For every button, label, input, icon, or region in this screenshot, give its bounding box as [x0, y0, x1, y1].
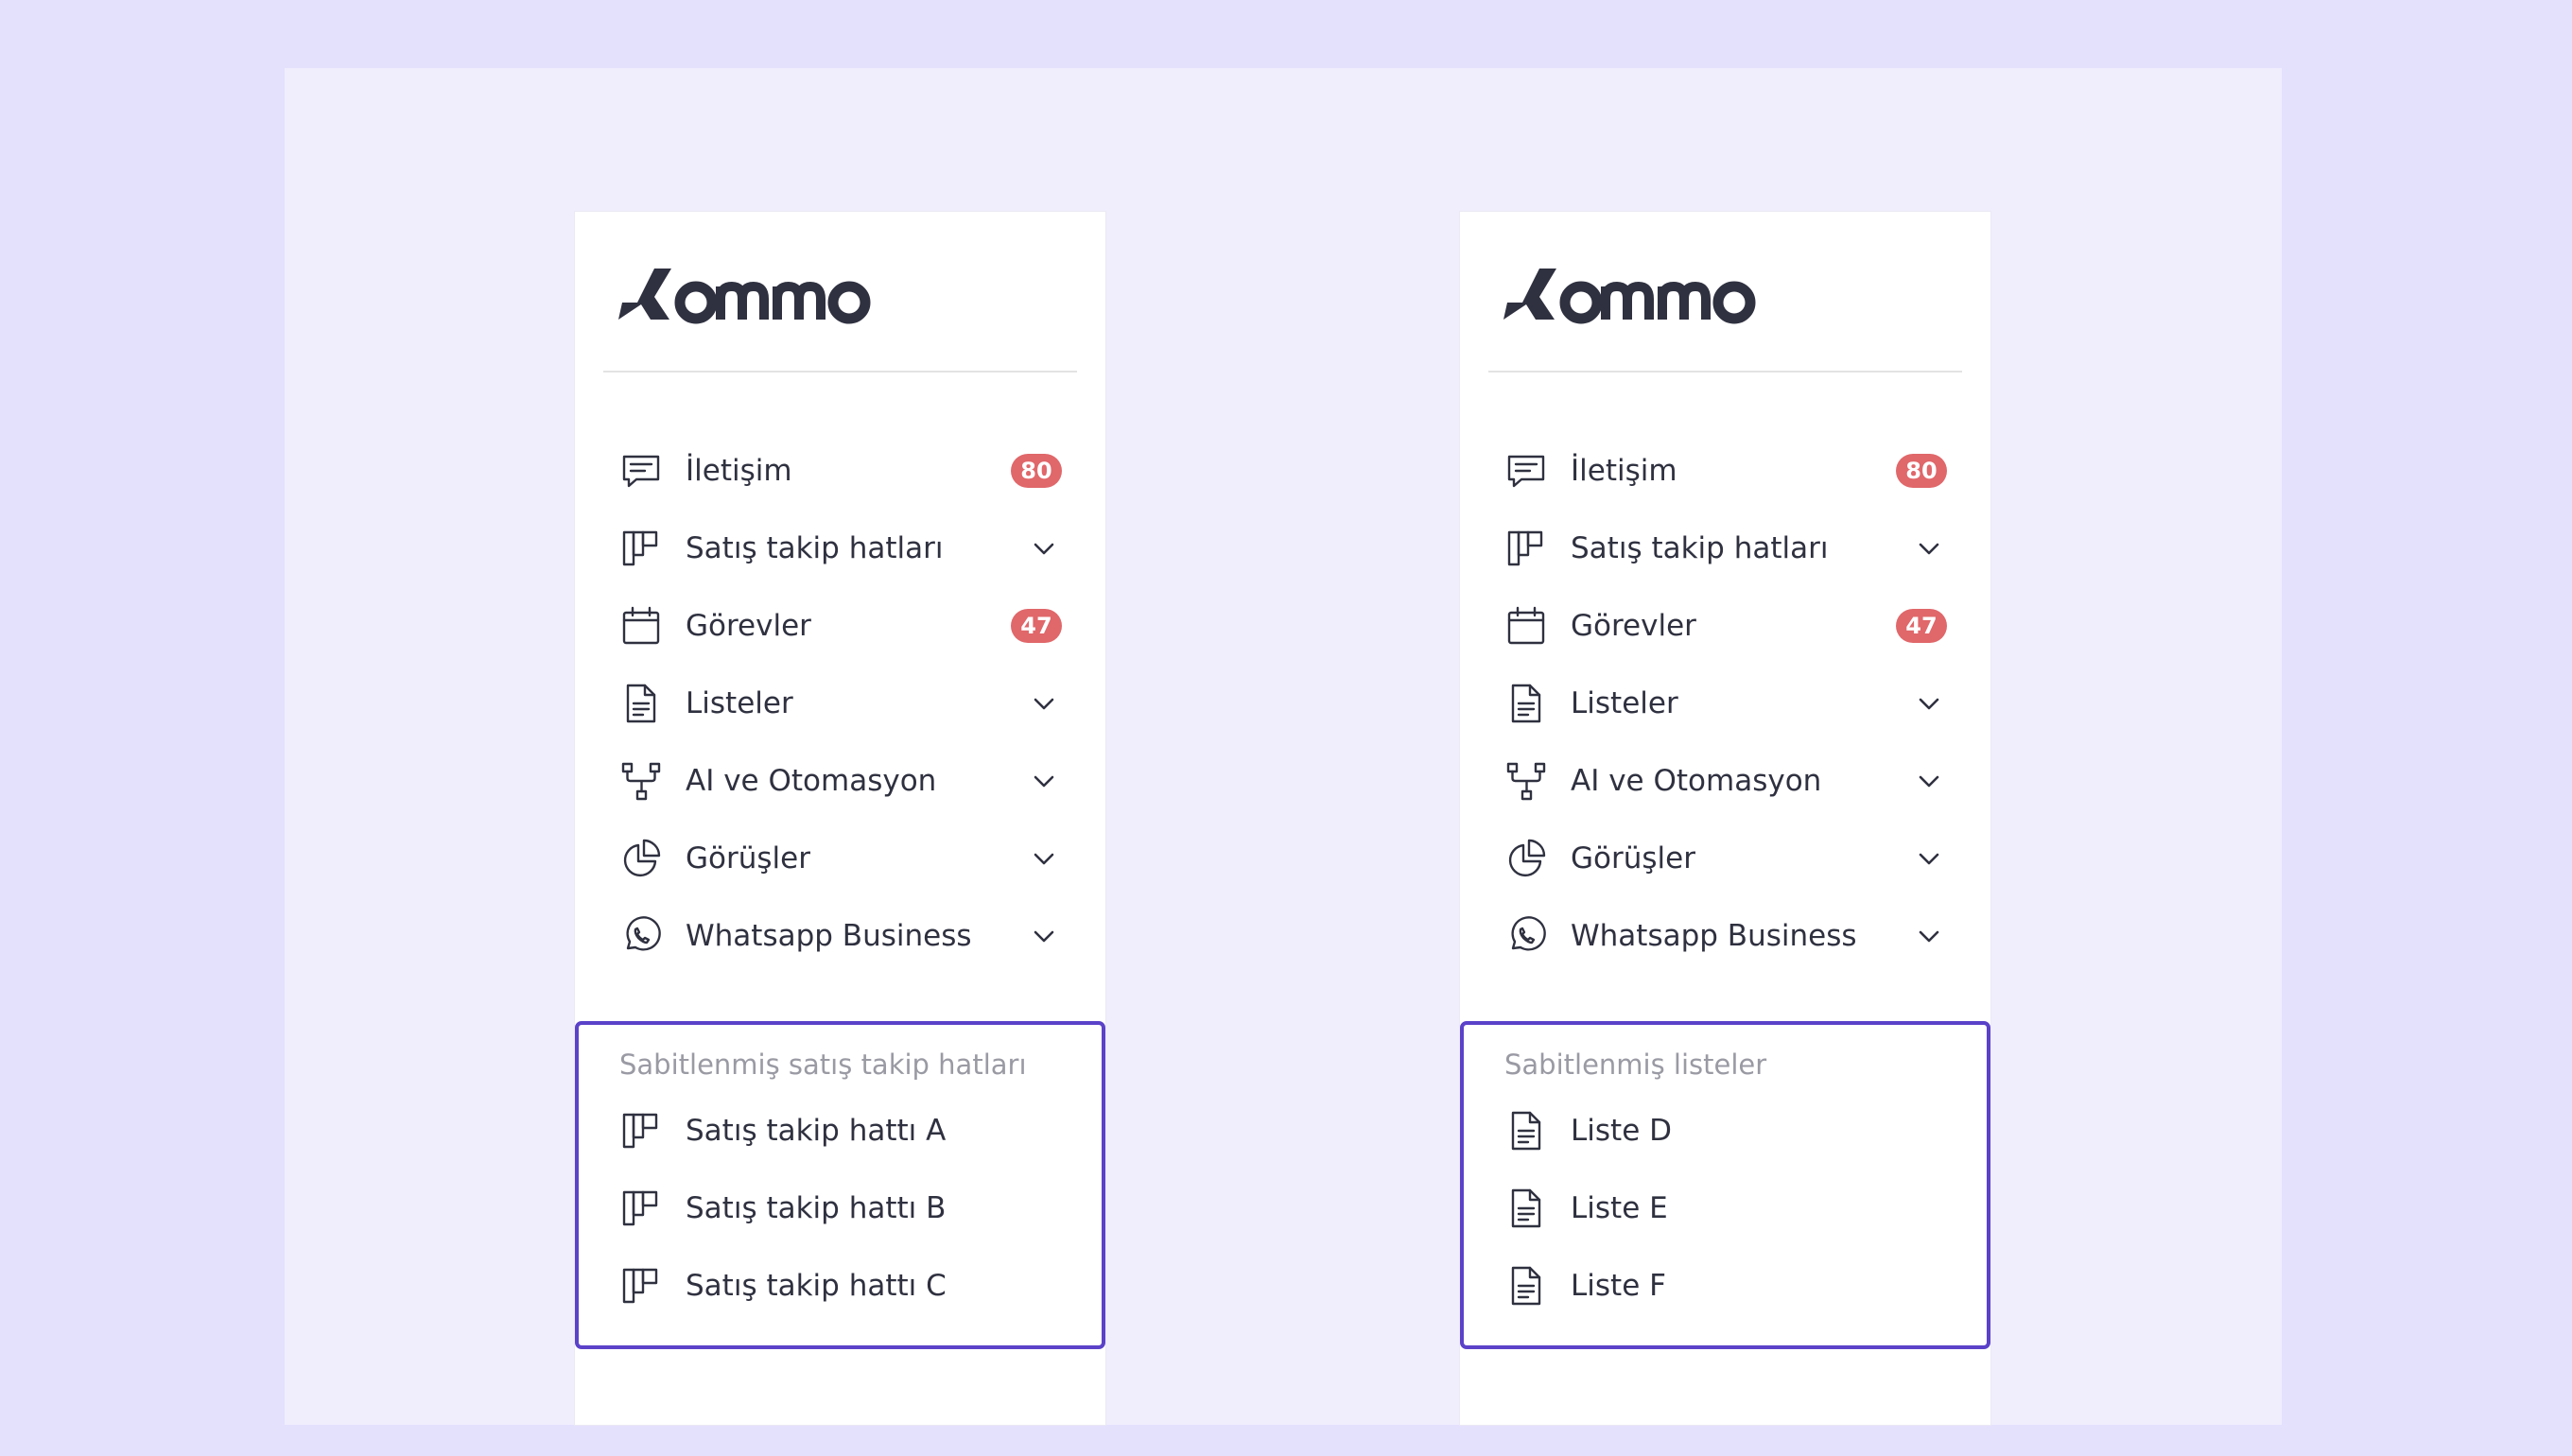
- chevron-down-icon[interactable]: [1032, 846, 1056, 871]
- chevron-down-icon[interactable]: [1917, 691, 1941, 716]
- pie-chart-icon: [620, 838, 662, 879]
- nav-item-ai-ve-otomasyon[interactable]: AI ve Otomasyon: [1460, 742, 1990, 820]
- kommo-logo[interactable]: [1502, 261, 1766, 327]
- calendar-icon: [1505, 605, 1547, 647]
- pipeline-icon: [620, 1187, 662, 1229]
- document-icon: [1505, 683, 1547, 724]
- pipeline-icon: [620, 1110, 662, 1152]
- pinned-section-title: Sabitlenmiş listeler: [1504, 1049, 1767, 1081]
- sidebar-left: İletişim 80 Satış takip hatları Görevler…: [575, 212, 1105, 1425]
- pinned-item-label: Liste F: [1571, 1269, 1666, 1303]
- pipeline-icon: [620, 1265, 662, 1307]
- chevron-down-icon[interactable]: [1032, 536, 1056, 561]
- kommo-logo-mark: [1503, 269, 1756, 324]
- automation-icon: [1505, 760, 1547, 802]
- nav-label: Satış takip hatları: [686, 531, 944, 565]
- notification-badge: 47: [1011, 609, 1062, 643]
- nav-label: Görüşler: [686, 841, 810, 875]
- pinned-item-label: Liste D: [1571, 1114, 1672, 1148]
- logo-divider: [603, 371, 1077, 373]
- sidebar-right: İletişim 80 Satış takip hatları Görevler…: [1460, 212, 1990, 1425]
- document-icon: [1505, 1187, 1547, 1229]
- chevron-down-icon[interactable]: [1032, 769, 1056, 793]
- nav-item-whatsapp-business[interactable]: Whatsapp Business: [575, 897, 1105, 975]
- nav-label: Whatsapp Business: [1571, 919, 1857, 953]
- nav-item-gorusler[interactable]: Görüşler: [575, 820, 1105, 897]
- canvas: İletişim 80 Satış takip hatları Görevler…: [285, 68, 2282, 1425]
- pinned-item-label: Satış takip hattı B: [686, 1191, 947, 1225]
- pipeline-icon: [620, 528, 662, 569]
- chevron-down-icon[interactable]: [1032, 924, 1056, 948]
- nav-label: AI ve Otomasyon: [1571, 764, 1822, 798]
- nav-label: Listeler: [686, 686, 793, 720]
- nav-item-gorevler[interactable]: Görevler 47: [1460, 587, 1990, 665]
- nav-item-satis-takip-hatlari[interactable]: Satış takip hatları: [1460, 510, 1990, 587]
- whatsapp-icon: [620, 915, 662, 957]
- calendar-icon: [620, 605, 662, 647]
- nav-label: İletişim: [686, 454, 792, 488]
- chevron-down-icon[interactable]: [1917, 924, 1941, 948]
- chevron-down-icon[interactable]: [1917, 769, 1941, 793]
- pinned-section: Sabitlenmiş listeler Liste D Liste E Lis…: [1460, 1021, 1990, 1349]
- chat-icon: [1505, 450, 1547, 492]
- nav-item-iletisim[interactable]: İletişim 80: [1460, 432, 1990, 510]
- document-icon: [1505, 1265, 1547, 1307]
- kommo-logo-mark: [618, 269, 871, 324]
- nav-item-satis-takip-hatlari[interactable]: Satış takip hatları: [575, 510, 1105, 587]
- document-icon: [1505, 1110, 1547, 1152]
- pinned-item-label: Liste E: [1571, 1191, 1668, 1225]
- nav-label: Satış takip hatları: [1571, 531, 1829, 565]
- pipeline-icon: [1505, 528, 1547, 569]
- pie-chart-icon: [1505, 838, 1547, 879]
- nav-item-gorevler[interactable]: Görevler 47: [575, 587, 1105, 665]
- nav-item-listeler[interactable]: Listeler: [1460, 665, 1990, 742]
- chevron-down-icon[interactable]: [1032, 691, 1056, 716]
- nav-item-listeler[interactable]: Listeler: [575, 665, 1105, 742]
- nav-item-gorusler[interactable]: Görüşler: [1460, 820, 1990, 897]
- pinned-item[interactable]: Liste E: [1460, 1170, 1990, 1247]
- nav-label: Whatsapp Business: [686, 919, 972, 953]
- pinned-item[interactable]: Liste D: [1460, 1092, 1990, 1170]
- nav-item-iletisim[interactable]: İletişim 80: [575, 432, 1105, 510]
- nav-label: Listeler: [1571, 686, 1678, 720]
- pinned-section: Sabitlenmiş satış takip hatları Satış ta…: [575, 1021, 1105, 1349]
- pinned-item[interactable]: Satış takip hattı A: [575, 1092, 1105, 1170]
- notification-badge: 47: [1896, 609, 1947, 643]
- pinned-section-title: Sabitlenmiş satış takip hatları: [619, 1049, 1027, 1081]
- nav-label: Görevler: [1571, 609, 1696, 643]
- chevron-down-icon[interactable]: [1917, 846, 1941, 871]
- pinned-item[interactable]: Satış takip hattı C: [575, 1247, 1105, 1325]
- pinned-item[interactable]: Liste F: [1460, 1247, 1990, 1325]
- logo-divider: [1488, 371, 1962, 373]
- nav-label: AI ve Otomasyon: [686, 764, 937, 798]
- whatsapp-icon: [1505, 915, 1547, 957]
- nav-label: İletişim: [1571, 454, 1677, 488]
- document-icon: [620, 683, 662, 724]
- chat-icon: [620, 450, 662, 492]
- chevron-down-icon[interactable]: [1917, 536, 1941, 561]
- pinned-item-label: Satış takip hattı C: [686, 1269, 947, 1303]
- nav-item-whatsapp-business[interactable]: Whatsapp Business: [1460, 897, 1990, 975]
- notification-badge: 80: [1896, 454, 1947, 488]
- nav-label: Görevler: [686, 609, 811, 643]
- pinned-item[interactable]: Satış takip hattı B: [575, 1170, 1105, 1247]
- pinned-item-label: Satış takip hattı A: [686, 1114, 947, 1148]
- nav-label: Görüşler: [1571, 841, 1695, 875]
- notification-badge: 80: [1011, 454, 1062, 488]
- automation-icon: [620, 760, 662, 802]
- kommo-logo[interactable]: [617, 261, 881, 327]
- nav-item-ai-ve-otomasyon[interactable]: AI ve Otomasyon: [575, 742, 1105, 820]
